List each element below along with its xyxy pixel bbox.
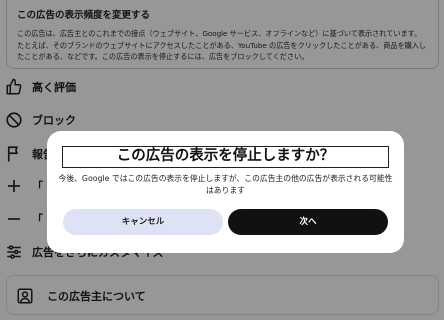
cancel-button[interactable]: キャンセル [63,209,223,235]
stop-ad-dialog: この広告の表示を停止しますか？ 今後、Google ではこの広告の表示を停止しま… [47,131,404,253]
next-button[interactable]: 次へ [228,209,388,235]
dialog-title: この広告の表示を停止しますか？ [62,146,389,168]
dialog-message: 今後、Google ではこの広告の表示を停止しますが、この広告主の他の広告が表示… [58,174,393,195]
